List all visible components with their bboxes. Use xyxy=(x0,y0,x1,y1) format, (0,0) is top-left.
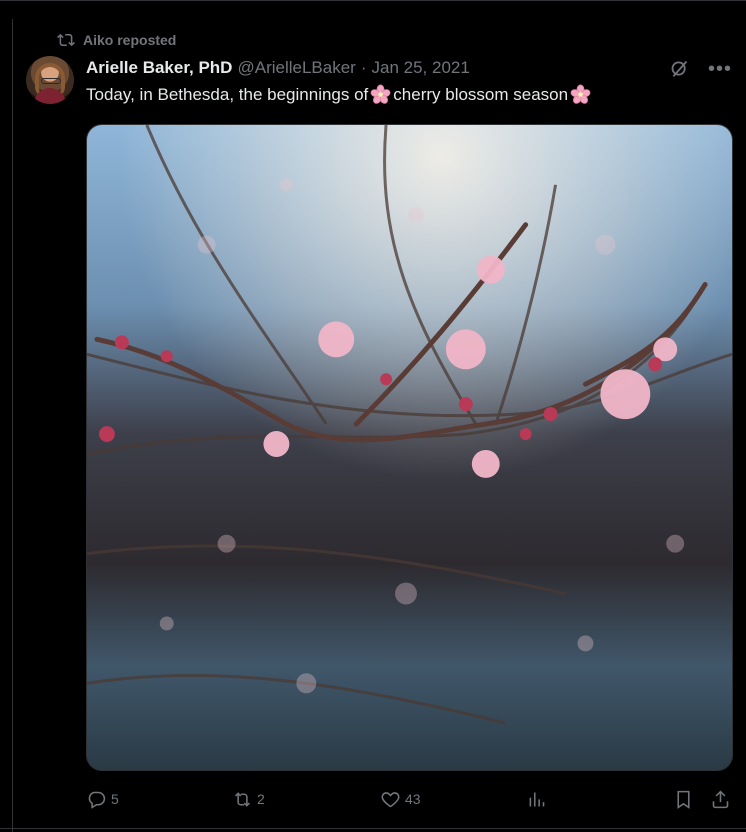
tweet-text-start: Today, in Bethesda, the beginnings of xyxy=(86,84,369,104)
repost-indicator[interactable]: Aiko reposted xyxy=(57,31,176,49)
repost-icon xyxy=(57,33,75,47)
cherry-blossom-icon xyxy=(370,84,391,104)
like-button[interactable]: 43 xyxy=(380,785,421,813)
author-name[interactable]: Arielle Baker, PhD xyxy=(86,58,232,78)
reply-button[interactable]: 5 xyxy=(86,785,119,813)
tweet-text-end: cherry blossom season xyxy=(393,84,569,104)
tweet-actions: 5 2 43 xyxy=(86,785,736,813)
repost-icon xyxy=(234,791,251,807)
separator-dot: · xyxy=(360,58,367,77)
tweet-header: Arielle Baker, PhD @ArielleLBaker · Jan … xyxy=(86,57,470,79)
views-button[interactable] xyxy=(526,785,547,813)
reply-count: 5 xyxy=(111,791,119,807)
tweet-photo[interactable] xyxy=(86,124,733,771)
header-actions: ••• xyxy=(669,58,732,79)
tweet-card[interactable]: Aiko reposted Arielle Baker, PhD @Ariell… xyxy=(0,0,746,832)
reply-icon xyxy=(88,791,106,809)
tweet-text: Today, in Bethesda, the beginnings of ch… xyxy=(86,84,591,105)
author-handle[interactable]: @ArielleLBaker xyxy=(237,58,355,78)
avatar[interactable] xyxy=(26,56,74,104)
repost-button[interactable]: 2 xyxy=(232,785,265,813)
analytics-icon xyxy=(529,792,545,806)
cherry-blossom-photo xyxy=(87,125,732,770)
grok-icon[interactable] xyxy=(669,58,690,79)
tweet-bottom-divider xyxy=(0,828,746,829)
cherry-blossom-icon xyxy=(570,84,591,104)
timeline-divider xyxy=(12,19,13,832)
heart-icon xyxy=(381,791,400,807)
share-icon xyxy=(712,790,729,808)
bookmark-icon xyxy=(677,790,690,809)
more-icon[interactable]: ••• xyxy=(708,59,732,79)
like-count: 43 xyxy=(405,791,421,807)
bookmark-button[interactable] xyxy=(673,785,694,813)
avatar-glasses xyxy=(41,78,61,84)
tweet-date[interactable]: Jan 25, 2021 xyxy=(372,58,470,78)
repost-count: 2 xyxy=(257,791,265,807)
share-button[interactable] xyxy=(710,785,731,813)
repost-label: Aiko reposted xyxy=(83,32,177,48)
